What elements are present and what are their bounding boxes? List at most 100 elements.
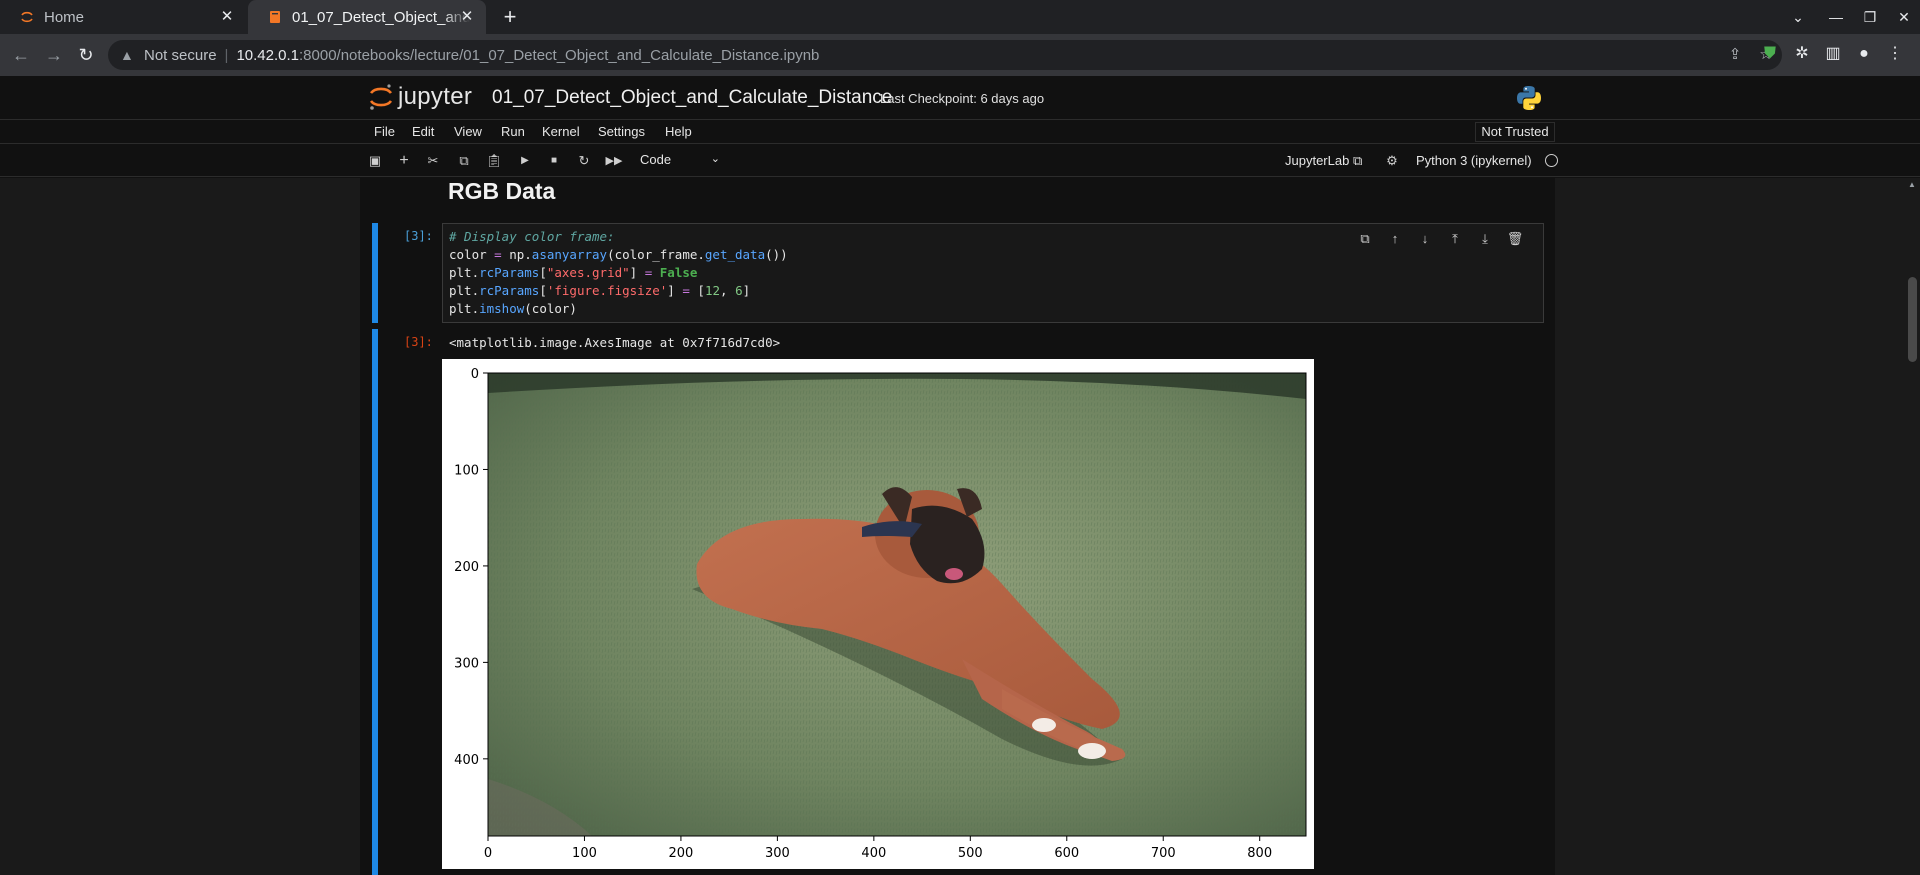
restart-icon[interactable]: ↻ xyxy=(575,152,593,170)
minimize-icon[interactable]: — xyxy=(1823,4,1849,30)
menu-settings[interactable]: Settings xyxy=(598,124,645,139)
extensions-puzzle-icon[interactable]: ✲ xyxy=(1791,43,1813,65)
jupyterlab-link-label: JupyterLab xyxy=(1285,153,1350,168)
x-tick-label: 700 xyxy=(1151,846,1176,861)
input-prompt: [3]: xyxy=(404,229,433,243)
markdown-heading: RGB Data xyxy=(448,178,556,204)
jupyter-logo-icon xyxy=(369,84,393,110)
notebook-title[interactable]: 01_07_Detect_Object_and_Calculate_Distan… xyxy=(492,87,892,109)
menu-run[interactable]: Run xyxy=(501,124,525,139)
menu-kernel[interactable]: Kernel xyxy=(542,124,580,139)
x-tick-label: 400 xyxy=(861,846,886,861)
x-tick-label: 100 xyxy=(572,846,597,861)
jupyterlab-link[interactable]: JupyterLab ⧉ xyxy=(1285,153,1362,169)
matplotlib-figure: 0 100 200 300 400 500 600 700 800 0 100 200 300 400 xyxy=(442,359,1314,869)
code-editor[interactable]: # Display color frame: color = np.asanya… xyxy=(442,223,1544,323)
y-tick-label: 200 xyxy=(454,560,479,575)
fast-forward-icon[interactable]: ▶▶ xyxy=(605,152,623,170)
close-icon[interactable]: ✕ xyxy=(458,8,476,26)
cut-icon[interactable]: ✂ xyxy=(424,152,442,170)
dog-on-grass-image xyxy=(488,373,1306,836)
scroll-up-arrow-icon[interactable]: ▲ xyxy=(1908,180,1916,189)
python-logo-icon xyxy=(1517,86,1541,110)
shield-extension-icon[interactable]: ⛊ xyxy=(1759,43,1781,65)
share-icon[interactable]: ⇪ xyxy=(1726,46,1744,64)
tab-home-title: Home xyxy=(44,8,85,26)
run-icon[interactable]: ▶ xyxy=(516,152,534,170)
code-line-3: plt.rcParams["axes.grid"] = False xyxy=(449,265,698,280)
output-text: <matplotlib.image.AxesImage at 0x7f716d7… xyxy=(449,335,781,350)
delete-cell-icon[interactable]: 🗑︎ xyxy=(1506,230,1524,248)
profile-avatar-icon[interactable]: ● xyxy=(1853,43,1875,65)
code-line-4: plt.rcParams['figure.figsize'] = [12, 6] xyxy=(449,283,751,298)
insert-below-icon[interactable]: ⤓ xyxy=(1476,230,1494,248)
x-tick-label: 300 xyxy=(765,846,790,861)
notebook-toolbar: ▣ + ✂ ⧉ 📋︎ ▶ ■ ↻ ▶▶ Code ⌄ JupyterLab ⧉ … xyxy=(0,145,1920,177)
code-line-5: plt.imshow(color) xyxy=(449,301,577,316)
browser-tab-bar: Home ✕ 01_07_Detect_Object_and_Calculate… xyxy=(0,0,1920,34)
output-prompt: [3]: xyxy=(404,335,433,349)
reload-icon[interactable]: ↻ xyxy=(74,43,98,67)
tab-notebook-title: 01_07_Detect_Object_and_Calculate_Distan… xyxy=(292,8,470,26)
x-tick-label: 500 xyxy=(958,846,983,861)
kernel-name[interactable]: Python 3 (ipykernel) xyxy=(1416,153,1532,168)
close-icon[interactable]: ✕ xyxy=(218,8,236,26)
add-cell-icon[interactable]: + xyxy=(395,152,413,170)
jupyter-menubar: File Edit View Run Kernel Settings Help … xyxy=(0,120,1920,144)
checkpoint-status: Last Checkpoint: 6 days ago xyxy=(880,91,1045,106)
y-tick-label: 0 xyxy=(471,367,479,382)
browser-menu-icon[interactable]: ⋮ xyxy=(1884,43,1906,65)
cell-type-value: Code xyxy=(640,152,672,167)
code-line-2: color = np.asanyarray(color_frame.get_da… xyxy=(449,247,788,262)
kernel-status-icon xyxy=(1545,154,1558,167)
y-tick-label: 100 xyxy=(454,463,479,478)
tab-home[interactable]: Home ✕ xyxy=(0,0,246,34)
plot-svg: 0 100 200 300 400 500 600 700 800 0 100 200 300 400 xyxy=(454,367,1307,861)
y-tick-label: 400 xyxy=(454,753,479,768)
menu-view[interactable]: View xyxy=(454,124,482,139)
y-tick-label: 300 xyxy=(454,656,479,671)
browser-toolbar: ← → ↻ ▲ Not secure | 10.42.0.1:8000/note… xyxy=(0,34,1920,76)
forward-arrow-icon[interactable]: → xyxy=(42,43,66,67)
menu-file[interactable]: File xyxy=(374,124,395,139)
move-down-icon[interactable]: ↓ xyxy=(1416,230,1434,248)
copy-icon[interactable]: ⧉ xyxy=(455,152,473,170)
x-tick-label: 800 xyxy=(1247,846,1272,861)
window-close-icon[interactable]: ✕ xyxy=(1891,4,1917,30)
address-bar[interactable]: ▲ Not secure | 10.42.0.1:8000/notebooks/… xyxy=(108,40,1782,70)
back-arrow-icon[interactable]: ← xyxy=(9,43,33,67)
duplicate-cell-icon[interactable]: ⧉ xyxy=(1356,230,1374,248)
menu-help[interactable]: Help xyxy=(665,124,692,139)
notebook-favicon-icon xyxy=(270,11,280,23)
jupyter-favicon-icon xyxy=(21,11,33,23)
scrollbar-thumb[interactable] xyxy=(1908,277,1917,362)
restore-icon[interactable]: ❐ xyxy=(1857,4,1883,30)
insert-above-icon[interactable]: ⤒ xyxy=(1446,230,1464,248)
output-selection-bar xyxy=(372,329,378,875)
security-label: Not secure xyxy=(144,46,217,64)
notebook-panel: RGB Data [3]: # Display color frame: col… xyxy=(360,178,1555,875)
url-host: 10.42.0.1 xyxy=(236,46,300,64)
jupyter-logo-text: jupyter xyxy=(398,83,473,110)
jupyter-logo[interactable]: jupyter xyxy=(368,83,472,111)
tab-search-chevron-icon[interactable]: ⌄ xyxy=(1785,4,1811,30)
new-tab-button[interactable]: + xyxy=(497,4,523,30)
stop-icon[interactable]: ■ xyxy=(545,152,563,170)
notebook-scrollbar[interactable]: ▲ xyxy=(1905,178,1920,875)
y-axis-ticks: 0 100 200 300 400 xyxy=(454,367,488,768)
trust-status-button[interactable]: Not Trusted xyxy=(1475,122,1555,142)
code-line-1: # Display color frame: xyxy=(449,229,615,244)
url-path: :8000/notebooks/lecture/01_07_Detect_Obj… xyxy=(299,46,820,64)
menu-edit[interactable]: Edit xyxy=(412,124,434,139)
save-icon[interactable]: ▣ xyxy=(366,152,384,170)
cell-type-select[interactable]: Code ⌄ xyxy=(640,152,720,170)
tab-notebook[interactable]: 01_07_Detect_Object_and_Calculate_Distan… xyxy=(248,0,486,34)
gear-icon[interactable]: ⚙ xyxy=(1383,152,1401,170)
side-panel-icon[interactable]: ▥ xyxy=(1822,43,1844,65)
chevron-down-icon: ⌄ xyxy=(710,153,720,165)
address-separator: | xyxy=(224,46,229,64)
paste-icon[interactable]: 📋︎ xyxy=(485,152,503,170)
x-tick-label: 0 xyxy=(484,846,492,861)
move-up-icon[interactable]: ↑ xyxy=(1386,230,1404,248)
external-link-icon: ⧉ xyxy=(1352,153,1363,168)
